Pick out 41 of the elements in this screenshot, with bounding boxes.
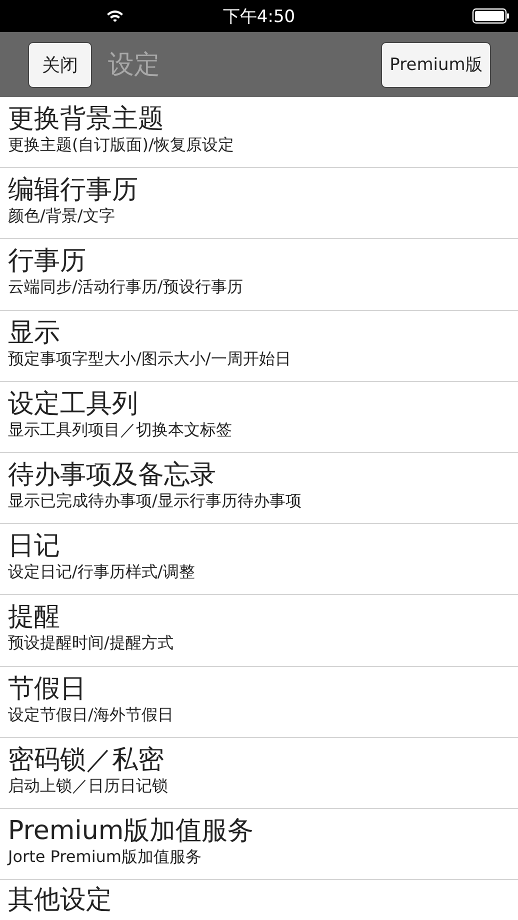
settings-item[interactable]: 设定工具列 显示工具列项目／切换本文标签 [0, 382, 518, 453]
battery-icon [472, 8, 510, 24]
item-subtitle: Jorte Premium版加值服务 [8, 846, 202, 868]
item-title: 其他设定 [8, 885, 113, 916]
item-title: 编辑行事历 [8, 175, 139, 206]
item-subtitle: 显示工具列项目／切换本文标签 [8, 418, 233, 441]
settings-item[interactable]: 编辑行事历 颜色/背景/文字 [0, 168, 518, 240]
item-title: Premium版加值服务 [8, 816, 255, 846]
item-title: 显示 [8, 318, 61, 348]
premium-button[interactable]: Premium版 [381, 42, 491, 88]
wifi-icon [106, 9, 124, 23]
item-subtitle: 颜色/背景/文字 [8, 205, 116, 228]
settings-item[interactable]: Premium版加值服务 Jorte Premium版加值服务 [0, 808, 518, 880]
item-subtitle: 预定事项字型大小/图示大小/一周开始日 [8, 348, 292, 370]
item-subtitle: 设定节假日/海外节假日 [8, 704, 174, 726]
status-time: 下午4:50 [222, 6, 296, 28]
close-button[interactable]: 关闭 [28, 42, 92, 88]
item-title: 日记 [8, 531, 61, 562]
item-title: 节假日 [8, 674, 87, 704]
item-title: 提醒 [8, 602, 61, 632]
settings-item[interactable]: 密码锁／私密 启动上锁／日历日记锁 [0, 738, 518, 809]
item-subtitle: 显示已完成待办事项/显示行事历待办事项 [8, 490, 302, 512]
settings-item[interactable]: 更换背景主题 更换主题(自订版面)/恢复原设定 [0, 97, 518, 168]
screen-title: 设定 [108, 49, 160, 82]
settings-item[interactable]: 其他设定 [0, 880, 518, 916]
item-subtitle: 更换主题(自订版面)/恢复原设定 [8, 134, 235, 156]
item-subtitle: 启动上锁／日历日记锁 [8, 774, 169, 797]
item-title: 密码锁／私密 [8, 744, 165, 775]
item-title: 设定工具列 [8, 388, 139, 419]
settings-item[interactable]: 提醒 预设提醒时间/提醒方式 [0, 595, 518, 666]
item-title: 更换背景主题 [8, 104, 165, 134]
item-title: 待办事项及备忘录 [8, 460, 217, 490]
item-subtitle: 预设提醒时间/提醒方式 [8, 632, 174, 654]
settings-item[interactable]: 日记 设定日记/行事历样式/调整 [0, 524, 518, 596]
settings-item[interactable]: 待办事项及备忘录 显示已完成待办事项/显示行事历待办事项 [0, 452, 518, 524]
settings-item[interactable]: 行事历 云端同步/活动行事历/预设行事历 [0, 239, 518, 311]
settings-item[interactable]: 节假日 设定节假日/海外节假日 [0, 666, 518, 738]
item-subtitle: 云端同步/活动行事历/预设行事历 [8, 276, 244, 298]
item-subtitle: 设定日记/行事历样式/调整 [8, 561, 196, 584]
item-title: 行事历 [8, 246, 87, 276]
settings-item[interactable]: 显示 预定事项字型大小/图示大小/一周开始日 [0, 310, 518, 382]
